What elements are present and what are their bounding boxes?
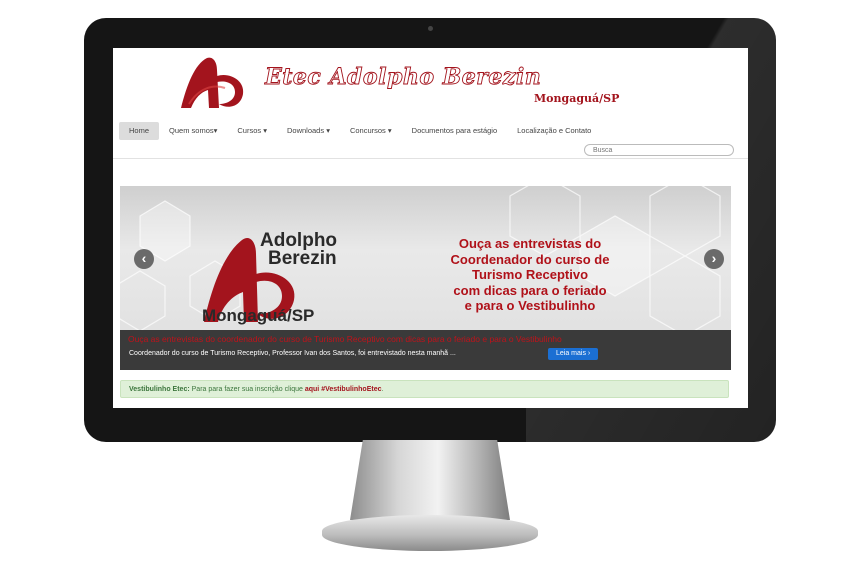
nav-downloads[interactable]: Downloads ▾	[277, 122, 340, 140]
main-nav: Home Quem somos▾ Cursos ▾ Downloads ▾ Co…	[119, 122, 601, 140]
alert-hashtag[interactable]: #VestibulinhoEtec	[319, 386, 381, 393]
site-title[interactable]: Etec Adolpho Berezin	[265, 64, 542, 91]
camera-dot	[428, 26, 433, 31]
banner-message-line: Turismo Receptivo	[471, 267, 589, 282]
banner-message-line: e para o Vestibulinho	[464, 298, 596, 313]
caption-title[interactable]: Ouça as entrevistas do coordenador do cu…	[128, 334, 723, 344]
banner-message-line: Ouça as entrevistas do	[458, 236, 602, 251]
site-subtitle: Mongaguá/SP	[534, 92, 620, 105]
nav-cursos[interactable]: Cursos ▾	[227, 122, 277, 140]
alert-end: .	[381, 386, 384, 393]
nav-home[interactable]: Home	[119, 122, 160, 140]
banner-message-line: com dicas para o feriado	[453, 282, 607, 298]
etec-logo-icon[interactable]	[173, 54, 251, 112]
caption-text: Coordenador do curso de Turismo Receptiv…	[129, 350, 456, 357]
nav-documentos-estagio[interactable]: Documentos para estágio	[402, 122, 507, 140]
search-input[interactable]	[584, 144, 734, 156]
news-carousel[interactable]: Adolpho Berezin Mongaguá/SP Ouça as entr…	[120, 186, 731, 370]
alert-text: Para para fazer sua inscrição clique	[189, 386, 305, 393]
banner-logo-city: Mongaguá/SP	[202, 306, 315, 325]
browser-screen: Etec Adolpho Berezin Mongaguá/SP Home Qu…	[113, 48, 748, 408]
banner-message-line: Coordenador do curso de	[450, 251, 610, 267]
monitor-stand	[350, 440, 510, 520]
banner-message: Ouça as entrevistas do Coordenador do cu…	[410, 236, 650, 314]
nav-divider	[113, 158, 748, 159]
nav-localizacao-contato[interactable]: Localização e Contato	[507, 122, 601, 140]
nav-quem-somos[interactable]: Quem somos▾	[159, 122, 227, 140]
carousel-next-button[interactable]: ›	[704, 249, 724, 269]
alert-label: Vestibulinho Etec:	[129, 386, 190, 393]
nav-concursos[interactable]: Concursos ▾	[340, 122, 402, 140]
banner-logo-line2: Berezin	[268, 248, 337, 269]
vestibulinho-alert: Vestibulinho Etec: Para para fazer sua i…	[120, 380, 729, 398]
read-more-button[interactable]: Leia mais ›	[548, 348, 599, 360]
monitor-base	[322, 515, 538, 551]
carousel-prev-button[interactable]: ‹	[134, 249, 154, 269]
alert-link[interactable]: aqui	[305, 386, 319, 393]
carousel-caption: Ouça as entrevistas do coordenador do cu…	[120, 330, 731, 370]
